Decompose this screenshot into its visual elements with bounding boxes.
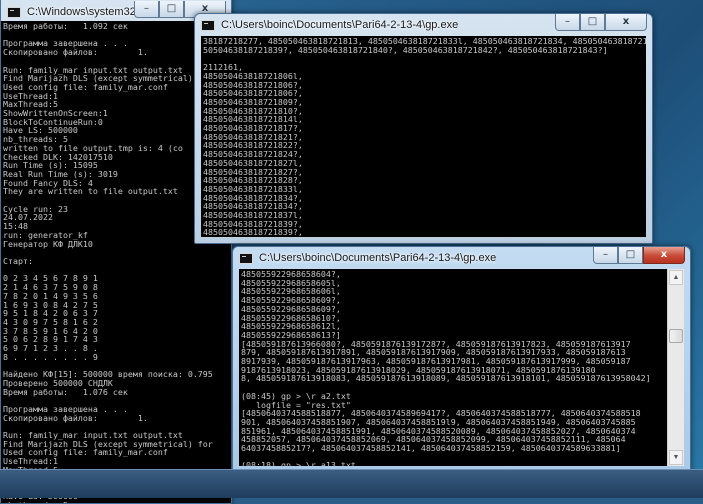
cmd-minimize-button[interactable]: – [134,1,159,18]
gp-bottom-window-controls: – □ x [593,247,685,265]
cmd-maximize-button[interactable]: □ [159,1,184,18]
gp-bottom-close-button[interactable]: x [643,247,685,264]
gp-bottom-window-title: C:\Users\boinc\Documents\Pari64-2-13-4\g… [259,252,497,264]
gp-bottom-maximize-button[interactable]: □ [618,247,643,264]
gp-window-bottom[interactable]: C:\Users\boinc\Documents\Pari64-2-13-4\g… [232,246,691,473]
gp-top-console-output: 38187218277, 485050463818721813, 4850504… [203,36,646,237]
gp-bottom-console-area[interactable]: 485055922968658604?, 485055922968658605l… [239,269,684,466]
scrollbar-thumb[interactable] [669,329,683,343]
gp-top-maximize-button[interactable]: □ [580,14,605,31]
gp-bottom-minimize-button[interactable]: – [593,247,618,264]
console-app-icon [7,6,21,18]
gp-bottom-console-output: 485055922968658604?, 485055922968658605l… [241,269,651,466]
scroll-up-arrow-icon[interactable]: ▲ [669,270,683,285]
console-app-icon [201,19,215,31]
gp-bottom-scrollbar[interactable]: ▲ ▼ [667,269,684,466]
console-app-icon [239,252,253,264]
taskbar [0,469,703,498]
gp-top-window-controls: – □ x [555,14,647,32]
gp-window-top[interactable]: C:\Users\boinc\Documents\Pari64-2-13-4\g… [194,13,653,244]
gp-top-window-title: C:\Users\boinc\Documents\Pari64-2-13-4\g… [221,19,459,31]
gp-top-console-area[interactable]: 38187218277, 485050463818721813, 4850504… [201,36,646,237]
gp-top-close-button[interactable]: x [605,14,647,31]
gp-top-minimize-button[interactable]: – [555,14,580,31]
scroll-down-arrow-icon[interactable]: ▼ [669,450,683,465]
